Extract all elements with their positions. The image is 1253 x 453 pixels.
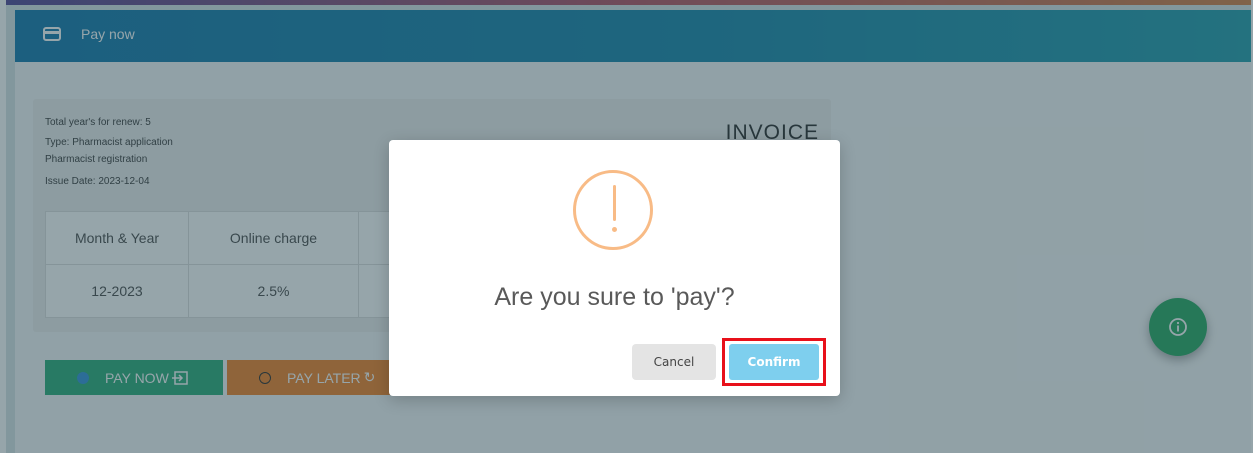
warning-icon: [573, 170, 653, 250]
dialog-title: Are you sure to 'pay'?: [494, 283, 735, 311]
warning-bar: [613, 185, 616, 221]
warning-dot: [612, 227, 617, 232]
cancel-button[interactable]: Cancel: [632, 344, 716, 380]
confirm-dialog: Are you sure to 'pay'? Cancel Confirm: [389, 140, 840, 396]
confirm-button[interactable]: Confirm: [729, 344, 819, 380]
confirm-highlight-box: Confirm: [722, 338, 826, 386]
